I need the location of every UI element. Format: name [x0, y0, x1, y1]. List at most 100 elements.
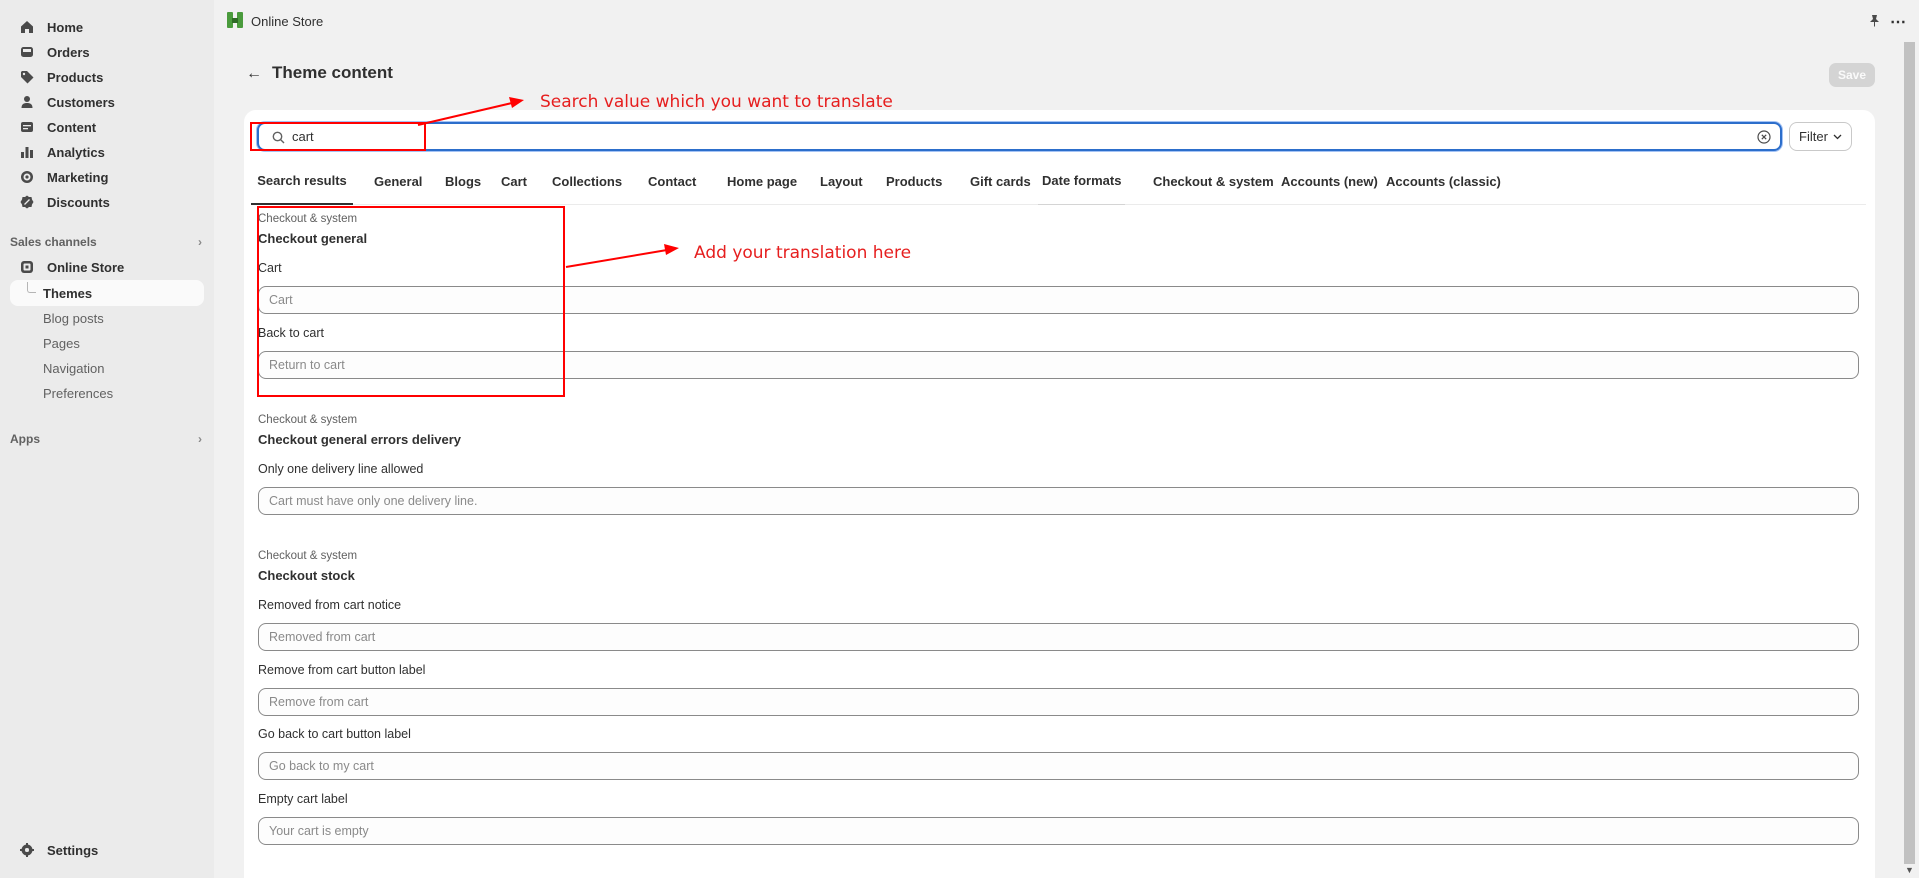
tab-label: Cart [501, 173, 528, 189]
tab-gift-cards[interactable]: Gift cards [966, 157, 1035, 205]
annotation-translation-box [257, 206, 565, 397]
chevron-right-icon: › [198, 235, 202, 249]
tab-contact[interactable]: Contact [644, 157, 700, 205]
translation-field[interactable] [258, 817, 1859, 845]
translation-field[interactable] [258, 752, 1859, 780]
sidebar-subitem-label: Navigation [43, 360, 105, 376]
pin-icon[interactable] [1868, 14, 1881, 27]
tab-general[interactable]: General [370, 157, 426, 205]
scroll-down-icon[interactable]: ▼ [1905, 865, 1914, 875]
tab-label: Search results [257, 172, 347, 188]
field-label: Removed from cart notice [258, 598, 402, 612]
discount-icon [20, 195, 34, 209]
chevron-down-icon [1833, 134, 1842, 139]
sidebar-subitem-pages[interactable]: Pages [10, 330, 204, 356]
tab-home-page[interactable]: Home page [723, 157, 801, 205]
clear-search-icon[interactable] [1757, 130, 1771, 144]
sidebar-item-settings[interactable]: Settings [10, 837, 204, 863]
section-checkout-stock: Checkout & system Checkout stock Removed… [258, 550, 1861, 878]
sidebar-subitem-blog-posts[interactable]: Blog posts [10, 305, 204, 331]
field-label: Remove from cart button label [258, 663, 426, 677]
sidebar-item-analytics[interactable]: Analytics [10, 139, 204, 165]
sidebar-item-home[interactable]: Home [10, 14, 204, 40]
inbox-icon [20, 45, 34, 59]
tree-connector [27, 282, 36, 293]
tab-label: General [374, 173, 423, 189]
sidebar-item-label: Customers [47, 94, 115, 110]
gear-icon [20, 843, 34, 857]
tab-accounts-classic[interactable]: Accounts (classic) [1382, 157, 1505, 205]
sidebar-item-products[interactable]: Products [10, 64, 204, 90]
more-actions-icon[interactable]: ⋯ [1890, 12, 1907, 32]
scrollbar-thumb[interactable] [1904, 42, 1915, 864]
sidebar-item-label: Home [47, 19, 84, 35]
sidebar-item-online-store[interactable]: Online Store [10, 254, 204, 280]
translation-input[interactable] [259, 488, 1858, 514]
tab-label: Accounts (classic) [1386, 173, 1501, 189]
sidebar-item-orders[interactable]: Orders [10, 39, 204, 65]
chevron-right-icon: › [198, 432, 202, 446]
tab-label: Contact [648, 173, 697, 189]
annotation-arrowhead [509, 97, 524, 108]
tab-label: Products [886, 173, 943, 189]
translation-input[interactable] [259, 818, 1858, 844]
sidebar-item-marketing[interactable]: Marketing [10, 164, 204, 190]
filter-label: Filter [1799, 129, 1828, 144]
search-field[interactable] [257, 122, 1782, 151]
sidebar-subitem-label: Pages [43, 335, 80, 351]
home-icon [20, 20, 34, 34]
topbar: Online Store ⋯ [214, 0, 1919, 42]
translation-field[interactable] [258, 688, 1859, 716]
sidebar-subitem-label: Themes [43, 285, 93, 301]
page-title: Theme content [272, 63, 393, 82]
translation-field[interactable] [258, 487, 1859, 515]
sidebar-item-label: Products [47, 69, 104, 85]
tab-blogs[interactable]: Blogs [441, 157, 485, 205]
tab-cart[interactable]: Cart [497, 157, 531, 205]
filter-button[interactable]: Filter [1789, 122, 1852, 151]
translation-input[interactable] [259, 753, 1858, 779]
sidebar-item-label: Content [47, 119, 97, 135]
tab-layout[interactable]: Layout [816, 157, 867, 205]
sidebar-subitem-navigation[interactable]: Navigation [10, 355, 204, 381]
translation-field[interactable] [258, 623, 1859, 651]
back-arrow-icon[interactable]: ← [246, 65, 262, 83]
field-label: Only one delivery line allowed [258, 462, 424, 476]
tab-label: Gift cards [970, 173, 1031, 189]
sales-channels-label: Sales channels [10, 235, 97, 249]
tab-accounts-new[interactable]: Accounts (new) [1277, 157, 1382, 205]
sidebar-item-label: Discounts [47, 194, 110, 210]
field-label: Go back to cart button label [258, 727, 411, 741]
sidebar-item-customers[interactable]: Customers [10, 89, 204, 115]
apps-header[interactable]: Apps › [10, 432, 204, 446]
sidebar-subitem-label: Preferences [43, 385, 114, 401]
save-button[interactable]: Save [1829, 63, 1875, 87]
content-icon [20, 120, 34, 134]
sidebar-item-label: Analytics [47, 144, 105, 160]
person-icon [20, 95, 34, 109]
annotation-translation-note: Add your translation here [694, 243, 912, 263]
topbar-title: Online Store [251, 14, 324, 29]
tag-icon [20, 70, 34, 84]
annotation-search-box [250, 122, 426, 151]
search-input[interactable] [292, 129, 1692, 144]
translation-input[interactable] [259, 689, 1858, 715]
tab-label: Accounts (new) [1281, 173, 1378, 189]
field-label: Empty cart label [258, 792, 348, 806]
tab-search-results[interactable]: Search results [251, 157, 353, 205]
sidebar-subitem-themes[interactable]: Themes [10, 280, 204, 306]
sales-channels-header[interactable]: Sales channels › [10, 235, 204, 249]
section-title: Checkout stock [258, 568, 355, 583]
tab-label: Checkout & system [1153, 173, 1274, 189]
tab-products[interactable]: Products [882, 157, 946, 205]
tab-date-formats[interactable]: Date formats [1038, 157, 1126, 205]
translation-input[interactable] [259, 624, 1858, 650]
tab-checkout-system[interactable]: Checkout & system [1149, 157, 1278, 205]
tab-collections[interactable]: Collections [548, 157, 626, 205]
section-breadcrumb: Checkout & system [258, 550, 358, 562]
sidebar-item-discounts[interactable]: Discounts [10, 189, 204, 215]
sidebar-item-content[interactable]: Content [10, 114, 204, 140]
tab-label: Blogs [445, 173, 482, 189]
sidebar-subitem-preferences[interactable]: Preferences [10, 380, 204, 406]
target-icon [20, 170, 34, 184]
